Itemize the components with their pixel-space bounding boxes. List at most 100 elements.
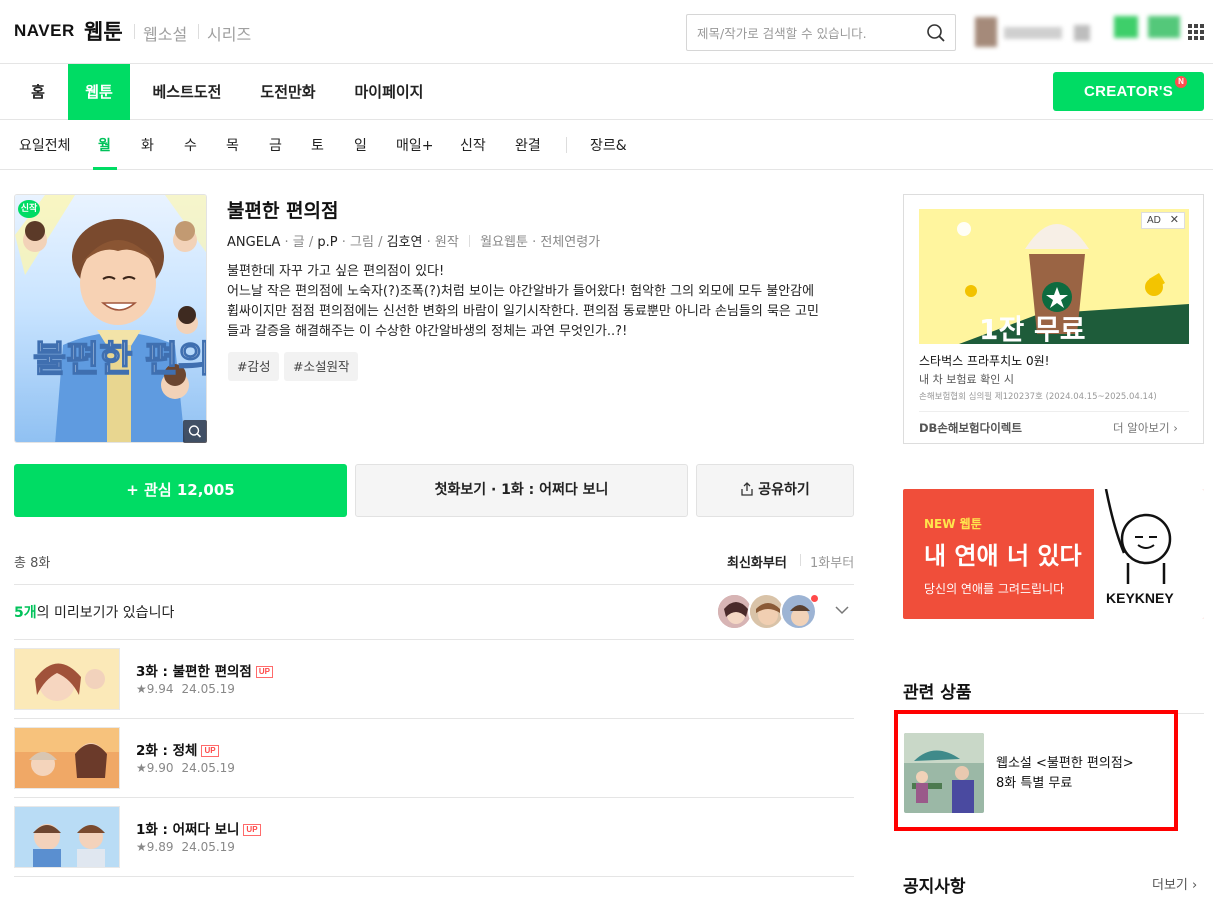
banner-subtitle: 당신의 연애를 그려드립니다 xyxy=(924,582,1065,596)
preview-info[interactable]: 5개의 미리보기가 있습니다 xyxy=(14,602,174,622)
profile-extra[interactable] xyxy=(1074,25,1090,41)
author-writer[interactable]: ANGELA xyxy=(227,235,280,250)
tab-all-days[interactable]: 요일전체 xyxy=(19,135,71,155)
star-icon: ★ xyxy=(136,840,147,854)
comic-cover[interactable]: 불편한 편의점 xyxy=(14,194,207,443)
up-badge: UP xyxy=(255,666,273,678)
banner-label: NEW 웹툰 xyxy=(924,517,982,531)
nav-webtoon[interactable]: 웹툰 xyxy=(68,64,130,120)
ad-more-label: 더 알아보기 xyxy=(1113,421,1170,435)
episode-thumbnail[interactable] xyxy=(14,648,120,710)
related-heading: 관련 상품 xyxy=(903,683,972,703)
author-role: · 원작 xyxy=(426,235,459,250)
new-dot xyxy=(811,595,818,602)
ad-image-text: 1잔 무료 xyxy=(979,313,1086,344)
episode-rating: 9.89 xyxy=(146,840,174,854)
promo-banner[interactable]: KEYKNEY NEW 웹툰 내 연애 너 있다 당신의 연애를 그려드립니다 xyxy=(903,489,1204,619)
episode-date: 24.05.19 xyxy=(181,840,235,854)
nav-mypage[interactable]: 마이페이지 xyxy=(348,64,430,120)
synopsis-line: 들과 갈증을 해결해주는 이 수상한 야간알바생의 정체는 과연 무엇인가..?… xyxy=(227,324,628,339)
share-icon xyxy=(741,482,753,496)
episode-total: 총 8화 xyxy=(14,556,51,571)
share-button[interactable]: 공유하기 xyxy=(696,464,854,517)
synopsis: 불편한데 자꾸 가고 싶은 편의점이 있다! 어느날 작은 편의점에 노숙자(?… xyxy=(227,262,847,342)
banner-brand: KEYKNEY xyxy=(1106,590,1174,606)
series-link[interactable]: 시리즈 xyxy=(207,21,251,45)
new-badge: N xyxy=(1175,76,1187,88)
tag-chip[interactable]: #소설원작 xyxy=(284,352,359,381)
profile-name[interactable] xyxy=(1004,27,1062,39)
zoom-icon[interactable] xyxy=(183,420,207,443)
preview-label: 의 미리보기가 있습니다 xyxy=(36,605,175,621)
chevron-down-icon[interactable] xyxy=(833,601,851,619)
author-original[interactable]: 김호연 xyxy=(387,235,423,250)
tab-friday[interactable]: 금 xyxy=(269,135,282,155)
close-icon[interactable]: ✕ xyxy=(1170,214,1179,226)
nav-best-challenge[interactable]: 베스트도전 xyxy=(146,64,228,120)
mail-icon[interactable] xyxy=(1148,16,1180,38)
author-artist[interactable]: p.P xyxy=(317,235,337,250)
tab-saturday[interactable]: 토 xyxy=(311,135,324,155)
webnovel-link[interactable]: 웹소설 xyxy=(143,21,187,45)
star-icon: ★ xyxy=(136,761,147,775)
ad-subtitle: 내 차 보험료 확인 시 xyxy=(919,373,1014,386)
first-episode-button[interactable]: 첫화보기 · 1화 : 어쩌다 보니 xyxy=(355,464,688,517)
tag-chip[interactable]: #감성 xyxy=(228,352,280,381)
ad-title[interactable]: 스타벅스 프라푸치노 0원! xyxy=(919,352,1049,369)
tab-thursday[interactable]: 목 xyxy=(226,135,239,155)
ad-more-link[interactable]: 더 알아보기 › xyxy=(1113,420,1178,436)
comic-meta: 월요웹툰 · 전체연령가 xyxy=(480,235,601,250)
synopsis-line: 어느날 작은 편의점에 노숙자(?)조폭(?)처럼 보이는 야간알바가 들어왔다… xyxy=(227,284,815,299)
weekday-nav: 요일전체 월 화 수 목 금 토 일 매일+ 신작 완결 장르& xyxy=(0,120,1213,170)
chevron-right-icon: › xyxy=(1173,421,1178,435)
tab-wednesday[interactable]: 수 xyxy=(184,135,197,155)
episode-thumbnail[interactable] xyxy=(14,806,120,868)
profile-avatar[interactable] xyxy=(975,17,997,47)
tab-completed[interactable]: 완결 xyxy=(515,135,541,155)
highlight-box xyxy=(894,710,1178,831)
author-role: · 글 / xyxy=(284,235,314,250)
ad-image[interactable]: 1잔 무료 xyxy=(919,209,1189,344)
new-badge: 신작 xyxy=(18,200,40,218)
preview-count: 5개 xyxy=(14,605,37,621)
notice-more-link[interactable]: 더보기 › xyxy=(1152,874,1197,893)
tab-tuesday[interactable]: 화 xyxy=(141,135,154,155)
episode-thumbnail[interactable] xyxy=(14,727,120,789)
search-icon[interactable] xyxy=(926,23,946,43)
divider xyxy=(14,797,854,798)
divider xyxy=(919,411,1189,412)
divider xyxy=(14,639,854,640)
chevron-right-icon: › xyxy=(1192,878,1198,893)
episode-rating: 9.90 xyxy=(146,761,174,775)
webtoon-logo[interactable]: 웹툰 xyxy=(84,16,123,46)
favorite-button[interactable]: + 관심 12,005 xyxy=(14,464,347,517)
up-badge: UP xyxy=(243,824,261,836)
tab-genre[interactable]: 장르& xyxy=(590,135,627,155)
nav-home[interactable]: 홈 xyxy=(18,64,58,120)
notification-icon[interactable] xyxy=(1114,16,1138,38)
nav-challenge[interactable]: 도전만화 xyxy=(252,64,324,120)
ad-badge[interactable]: AD ✕ xyxy=(1141,212,1185,229)
tab-daily-plus[interactable]: 매일+ xyxy=(396,135,434,155)
naver-logo[interactable]: NAVER xyxy=(14,21,75,41)
ad-brand[interactable]: DB손해보험다이렉트 xyxy=(919,420,1022,436)
divider xyxy=(800,554,801,566)
notice-heading: 공지사항 xyxy=(903,877,966,897)
tab-new[interactable]: 신작 xyxy=(460,135,486,155)
ad-label: AD xyxy=(1147,215,1161,226)
search-input[interactable] xyxy=(697,23,917,43)
episode-title: 1화 : 어쩌다 보니 xyxy=(136,822,240,838)
banner-title: 내 연애 너 있다 xyxy=(924,542,1082,570)
search-box xyxy=(686,14,956,51)
sort-first-button[interactable]: 1화부터 xyxy=(810,552,854,571)
tab-sunday[interactable]: 일 xyxy=(354,135,367,155)
ad-fine-print: 손해보험협회 심의필 제120237호 (2024.04.15~2025.04.… xyxy=(919,392,1157,402)
divider xyxy=(14,876,854,877)
apps-grid-icon[interactable] xyxy=(1188,24,1204,40)
episode-title: 2화 : 정체 xyxy=(136,743,198,759)
episode-date: 24.05.19 xyxy=(181,761,235,775)
sort-newest-button[interactable]: 최신화부터 xyxy=(727,552,787,571)
episode-title: 3화 : 불편한 편의점 xyxy=(136,664,252,680)
divider xyxy=(198,24,199,39)
tab-monday[interactable]: 월 xyxy=(98,135,111,155)
